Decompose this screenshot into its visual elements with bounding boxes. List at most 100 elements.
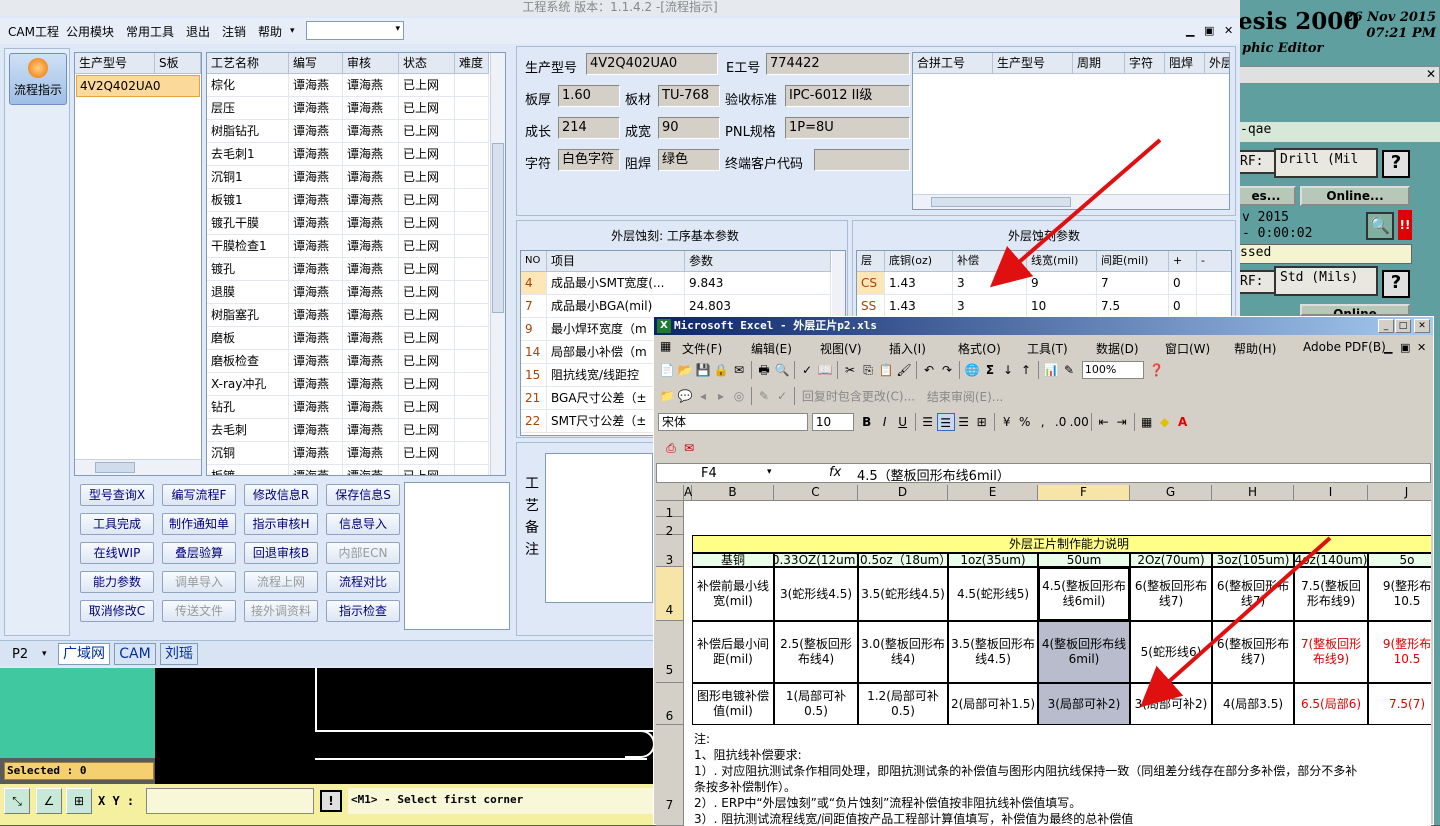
sheet-cell[interactable]: 3.5(整板回形布线4.5): [948, 621, 1038, 683]
table-cell[interactable]: 已上网: [399, 465, 455, 475]
action-button[interactable]: 在线WIP: [80, 542, 154, 564]
comment-icon[interactable]: 💬: [676, 387, 694, 405]
table-cell[interactable]: 3: [953, 295, 1027, 318]
action-button[interactable]: 修改信息R: [244, 484, 318, 506]
column-header[interactable]: A: [684, 485, 692, 501]
h-scrollbar[interactable]: [75, 459, 201, 475]
table-cell[interactable]: SS: [857, 295, 885, 318]
sheet-title[interactable]: 外层正片制作能力说明: [692, 535, 1431, 553]
action-button[interactable]: 指示检查: [326, 600, 400, 622]
row-header[interactable]: 7: [656, 725, 684, 826]
table-cell[interactable]: 1.43: [885, 295, 953, 318]
cust-field[interactable]: [814, 149, 910, 171]
select-all[interactable]: [656, 485, 684, 501]
process-name-cell[interactable]: 磨板检查: [207, 350, 289, 373]
col-merge[interactable]: 合拼工号: [913, 53, 993, 74]
mat-field[interactable]: TU-768: [658, 85, 720, 107]
table-cell[interactable]: 已上网: [399, 327, 455, 350]
process-name-cell[interactable]: 沉铜1: [207, 166, 289, 189]
process-name-cell[interactable]: 钻孔: [207, 396, 289, 419]
table-cell[interactable]: 谭海燕: [289, 166, 343, 189]
sheet-cell[interactable]: 0.33OZ(12um): [774, 553, 858, 567]
research-icon[interactable]: 📖: [816, 361, 834, 379]
sheet-cell[interactable]: 2.5(整板回形布线4): [774, 621, 858, 683]
table-cell[interactable]: 9: [1027, 272, 1097, 295]
table-cell[interactable]: 已上网: [399, 350, 455, 373]
table-cell[interactable]: 谭海燕: [289, 212, 343, 235]
thick-field[interactable]: 1.60: [558, 85, 620, 107]
inc-decimal-icon[interactable]: .0: [1052, 413, 1070, 431]
col-no[interactable]: NO: [521, 251, 547, 272]
table-cell[interactable]: 7: [521, 295, 547, 318]
percent-icon[interactable]: %: [1016, 413, 1034, 431]
col-model[interactable]: 生产型号: [75, 53, 155, 74]
table-cell[interactable]: 成品最小BGA(mil): [547, 295, 685, 318]
table-cell[interactable]: [455, 350, 489, 373]
paste-icon[interactable]: 📋: [877, 361, 895, 379]
cut-icon[interactable]: ✂: [841, 361, 859, 379]
sort-asc-icon[interactable]: ↓: [999, 361, 1017, 379]
end-review[interactable]: 结束审阅(E)...: [927, 390, 1003, 404]
row-header[interactable]: 2: [656, 517, 684, 538]
table-cell[interactable]: 谭海燕: [343, 189, 399, 212]
v-scrollbar[interactable]: [490, 53, 505, 475]
italic-icon[interactable]: I: [876, 413, 894, 431]
sheet-cell[interactable]: 6(整板回形布线7): [1212, 621, 1294, 683]
table-cell[interactable]: 24.803: [685, 295, 831, 318]
table-cell[interactable]: 已上网: [399, 281, 455, 304]
table-cell[interactable]: 谭海燕: [289, 327, 343, 350]
col-item[interactable]: 项目: [547, 251, 685, 272]
table-cell[interactable]: 已上网: [399, 74, 455, 97]
autosum-icon[interactable]: Σ: [981, 361, 999, 379]
excel-menu-item[interactable]: 文件(F): [682, 340, 722, 357]
sheet-cell[interactable]: 基铜: [692, 553, 774, 567]
table-cell[interactable]: 谭海燕: [343, 327, 399, 350]
es-button[interactable]: es...: [1236, 186, 1296, 206]
drill-field[interactable]: Drill (Mil: [1274, 148, 1378, 178]
menu-exit[interactable]: 退出: [186, 23, 210, 40]
column-header[interactable]: C: [774, 485, 858, 501]
etch-col-header[interactable]: 间距(mil): [1097, 251, 1169, 272]
sheet-cell[interactable]: 7(整板回形布线9): [1294, 621, 1368, 683]
sheet-cell[interactable]: 9(整形布10.5: [1368, 621, 1431, 683]
units-field[interactable]: Std (Mils): [1274, 266, 1378, 296]
sheet-cell[interactable]: 0.5oz（18um）: [858, 553, 948, 567]
align-left-icon[interactable]: ☰: [919, 413, 937, 431]
table-cell[interactable]: 谭海燕: [289, 373, 343, 396]
col-status[interactable]: 状态: [399, 53, 455, 74]
row-header[interactable]: 5: [656, 621, 684, 683]
redo-icon[interactable]: ↷: [938, 361, 956, 379]
column-header[interactable]: H: [1212, 485, 1294, 501]
wid-field[interactable]: 90: [658, 117, 720, 139]
table-cell[interactable]: 已上网: [399, 97, 455, 120]
action-button[interactable]: 制作通知单: [162, 513, 236, 535]
table-cell[interactable]: 谭海燕: [289, 258, 343, 281]
comment-prev-icon[interactable]: ◂: [694, 387, 712, 405]
column-header[interactable]: B: [692, 485, 774, 501]
table-cell[interactable]: 谭海燕: [343, 212, 399, 235]
action-button[interactable]: 传送文件: [162, 600, 236, 622]
table-cell[interactable]: 已上网: [399, 304, 455, 327]
len-field[interactable]: 214: [558, 117, 620, 139]
row-header[interactable]: 6: [656, 683, 684, 725]
table-cell[interactable]: 10: [1027, 295, 1097, 318]
size-select[interactable]: 10: [811, 413, 854, 431]
sheet-cell[interactable]: 4oz(140um): [1294, 553, 1368, 567]
pdf-email-icon[interactable]: ✉: [680, 439, 698, 457]
char-field[interactable]: 白色字符: [558, 149, 620, 171]
table-cell[interactable]: 谭海燕: [343, 304, 399, 327]
folder-icon[interactable]: 📁: [658, 387, 676, 405]
process-name-cell[interactable]: 去毛刺1: [207, 143, 289, 166]
menu-help[interactable]: 帮助: [258, 23, 282, 40]
close-icon[interactable]: ✕: [1414, 319, 1430, 333]
action-button[interactable]: 流程对比: [326, 571, 400, 593]
sheet-cell[interactable]: 50um: [1038, 553, 1130, 567]
action-button[interactable]: 型号查询X: [80, 484, 154, 506]
action-button[interactable]: 指示审核H: [244, 513, 318, 535]
save-icon[interactable]: 💾: [694, 361, 712, 379]
table-cell[interactable]: 21: [521, 387, 547, 410]
table-cell[interactable]: 谭海燕: [289, 465, 343, 475]
table-cell[interactable]: 谭海燕: [289, 235, 343, 258]
table-cell[interactable]: 谭海燕: [343, 235, 399, 258]
scroll-thumb[interactable]: [492, 143, 504, 313]
